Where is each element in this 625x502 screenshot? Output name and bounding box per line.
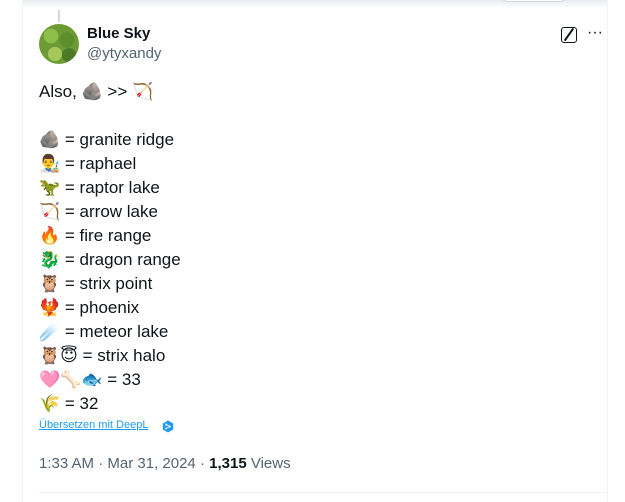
tweet-time[interactable]: 1:33 AM xyxy=(39,455,94,472)
tweet-line: ☄️ = meteor lake xyxy=(39,322,169,341)
author-handle[interactable]: @ytyxandy xyxy=(87,45,161,62)
deepl-icon[interactable] xyxy=(162,420,174,433)
meta-separator: · xyxy=(98,455,104,472)
timeline-right-border xyxy=(607,0,608,502)
translate-with-deepl-link[interactable]: Übersetzen mit DeepL xyxy=(39,419,148,431)
tweet-line: 🩷🦴🐟 = 33 xyxy=(39,370,141,389)
timeline-left-border xyxy=(22,0,23,502)
tweet-line: 👨‍🎨 = raphael xyxy=(39,154,137,173)
previous-tweet-pill xyxy=(500,0,568,2)
tweet-intro-line: Also, 🪨 >> 🏹 xyxy=(39,82,154,101)
tweet-line: 🪨 = granite ridge xyxy=(39,130,175,149)
author-display-name[interactable]: Blue Sky xyxy=(87,25,150,42)
tweet-line: 🌾 = 32 xyxy=(39,394,99,413)
grok-icon[interactable] xyxy=(561,27,577,43)
tweet-date[interactable]: Mar 31, 2024 xyxy=(107,455,195,472)
views-count[interactable]: 1,315 xyxy=(209,455,247,472)
tweet-line: 🔥 = fire range xyxy=(39,226,152,245)
more-icon[interactable]: ··· xyxy=(585,25,605,44)
tweet-text: Also, 🪨 >> 🏹 🪨 = granite ridge 👨‍🎨 = rap… xyxy=(39,80,599,416)
avatar[interactable] xyxy=(39,24,79,64)
views-label: Views xyxy=(250,455,291,472)
tweet-line: 🐦‍🔥 = phoenix xyxy=(39,298,140,317)
thread-connector-line xyxy=(58,10,60,22)
tweet-line: 🐉 = dragon range xyxy=(39,250,181,269)
tweet-line: 🦉 = strix point xyxy=(39,274,153,293)
tweet-line: 🏹 = arrow lake xyxy=(39,202,158,221)
tweet-meta: 1:33 AM · Mar 31, 2024 · 1,315 Views xyxy=(39,455,291,472)
tweet-line: 🦖 = raptor lake xyxy=(39,178,160,197)
divider xyxy=(39,492,607,493)
meta-separator: · xyxy=(199,455,205,472)
tweet-line: 🦉😇 = strix halo xyxy=(39,346,166,365)
